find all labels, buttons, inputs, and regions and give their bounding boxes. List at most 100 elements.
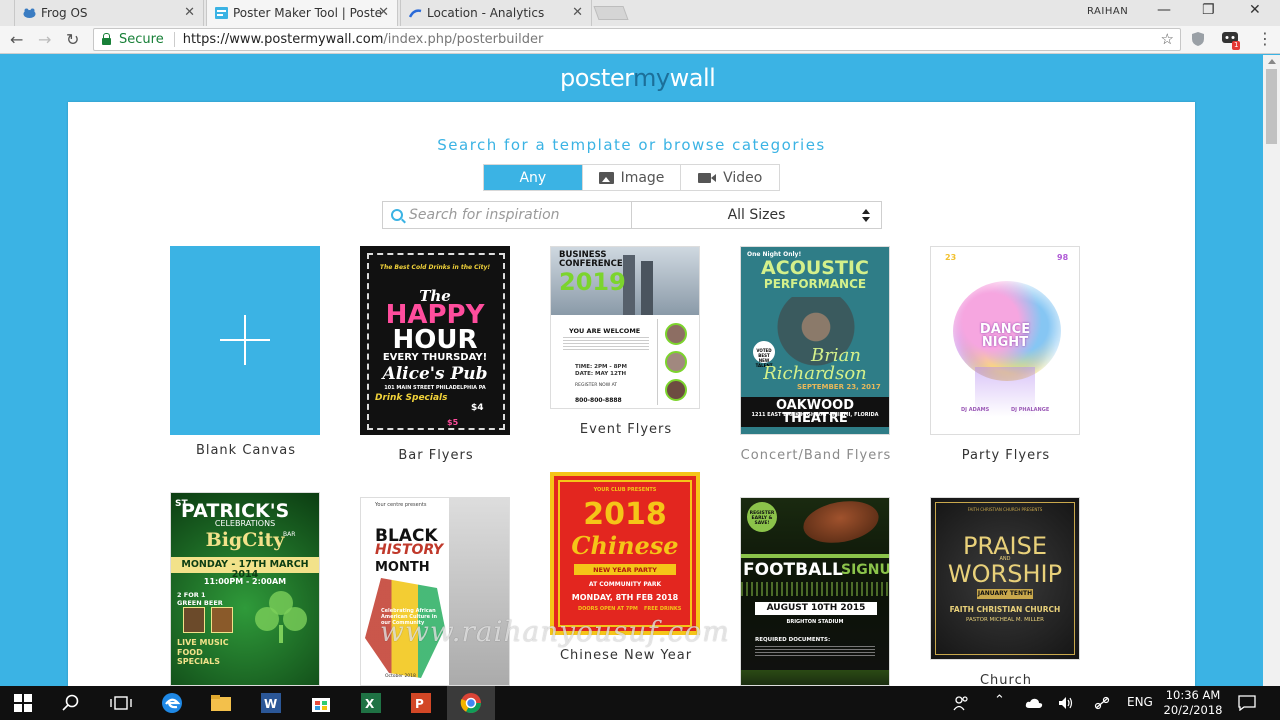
window-close-icon[interactable]: ✕ [1249, 2, 1261, 18]
tab-image[interactable]: Image [583, 165, 682, 190]
search-icon[interactable] [62, 694, 80, 712]
chrome-taskbar-button[interactable] [447, 686, 495, 720]
stripe [741, 554, 889, 558]
close-icon[interactable]: ✕ [572, 5, 583, 20]
black-history-thumbnail[interactable]: Your centre presents BLACK HISTORY MONTH… [360, 497, 510, 686]
close-icon[interactable]: ✕ [184, 5, 195, 20]
tab-poster-maker[interactable]: Poster Maker Tool | Poste ✕ [206, 0, 398, 26]
watermark-text: www.raihanyousuf.com [380, 615, 730, 648]
football-signup-thumbnail[interactable]: REGISTER EARLY & SAVE! FOOTBALL SIGNUP A… [740, 497, 890, 686]
search-icon [391, 209, 403, 221]
church-thumbnail[interactable]: FAITH CHRISTIAN CHURCH PRESENTS PRAISE A… [930, 497, 1080, 660]
svg-text:P: P [415, 697, 424, 711]
poster-text: SEPTEMBER 23, 2017 [797, 383, 881, 391]
extension-badge-icon[interactable]: 1 [1222, 31, 1242, 50]
windows-start-icon[interactable] [14, 694, 32, 712]
restore-icon[interactable]: ❐ [1202, 2, 1215, 18]
tab-video[interactable]: Video [681, 165, 779, 190]
template-label: Church [979, 673, 1032, 686]
logo-my: my [633, 64, 670, 92]
party-flyer-thumbnail[interactable]: 23 98 DANCE NIGHT DJ ADAMS DJ PHALANGE [930, 246, 1080, 435]
poster-text: YOUR CLUB PRESENTS [593, 487, 657, 493]
tab-title: Location - Analytics [427, 6, 545, 20]
poster-text: REGISTER NOW AT [575, 383, 618, 388]
file-explorer-icon[interactable] [210, 692, 232, 714]
poster-text: $4 [471, 403, 484, 413]
browser-toolbar: ← → ↻ Secure https://www.postermywall.co… [0, 26, 1280, 54]
address-bar[interactable]: Secure https://www.postermywall.com/inde… [93, 28, 1181, 51]
minimize-icon[interactable]: — [1157, 2, 1171, 18]
poster-text: PERFORMANCE [763, 277, 867, 291]
postermywall-logo[interactable]: postermywall [560, 64, 716, 92]
volume-icon[interactable] [1058, 696, 1074, 710]
task-view-icon[interactable] [110, 695, 132, 711]
scroll-up-arrow-icon[interactable] [1268, 59, 1276, 64]
chrome-icon [460, 693, 481, 713]
template-label: Concert/Band Flyers [740, 448, 892, 463]
tab-any[interactable]: Any [484, 165, 583, 190]
back-arrow-icon[interactable]: ← [10, 30, 23, 49]
poster-text: BAR [283, 531, 296, 538]
template-browser-card: Search for a template or browse categori… [68, 102, 1195, 686]
photo-collage [449, 498, 509, 685]
profile-name[interactable]: RAIHAN [1087, 6, 1128, 17]
tab-location-analytics[interactable]: Location - Analytics ✕ [400, 0, 592, 26]
close-icon[interactable]: ✕ [378, 5, 389, 20]
blank-canvas-thumbnail[interactable] [170, 246, 320, 435]
poster-text: 2019 [559, 268, 626, 296]
bookmark-star-icon[interactable]: ☆ [1161, 30, 1174, 48]
media-type-tabs: Any Image Video [483, 164, 780, 191]
powerpoint-icon[interactable]: P [410, 692, 432, 714]
forward-arrow-icon[interactable]: → [38, 30, 51, 49]
shield-extension-icon[interactable] [1190, 31, 1206, 47]
tab-frog-os[interactable]: Frog OS ✕ [14, 0, 204, 26]
tab-image-label: Image [620, 169, 665, 186]
tab-video-label: Video [723, 169, 763, 186]
st-patricks-thumbnail[interactable]: ST. PATRICK'S CELEBRATIONS BigCity BAR M… [170, 492, 320, 686]
system-clock[interactable]: 10:36 AM 20/2/2018 [1163, 688, 1223, 718]
poster-text: HISTORY [375, 542, 444, 558]
chevron-up-icon[interactable]: ⌃ [994, 693, 1005, 708]
scrollbar-thumb[interactable] [1266, 69, 1277, 144]
size-select-value: All Sizes [727, 207, 786, 223]
search-input[interactable] [409, 207, 619, 223]
concert-flyer-thumbnail[interactable]: One Night Only! ACOUSTIC PERFORMANCE VOT… [740, 246, 890, 435]
poster-text: DJ ADAMS [961, 407, 990, 413]
poster-text: AT COMMUNITY PARK [588, 581, 662, 588]
poster-text: SIGNUP [841, 562, 890, 578]
poster-text: Alice's Pub [382, 364, 488, 384]
poster-text: EVERY THURSDAY! [382, 352, 488, 363]
edge-browser-icon[interactable] [161, 692, 183, 714]
poster-text: Drink Specials [375, 393, 448, 403]
poster-text: DJ PHALANGE [1011, 407, 1050, 413]
people-icon[interactable] [953, 695, 969, 711]
network-icon[interactable] [1094, 696, 1110, 710]
excel-icon[interactable]: X [360, 692, 382, 714]
poster-text: 23 [945, 253, 957, 262]
template-label: Chinese New Year [559, 648, 693, 663]
event-flyer-thumbnail[interactable]: BUSINESS CONFERENCE 2019 YOU ARE WELCOME… [550, 246, 700, 409]
reload-icon[interactable]: ↻ [66, 30, 79, 49]
poster-text: FOOTBALL [743, 560, 843, 580]
speaker-avatar [665, 351, 687, 373]
word-icon[interactable]: W [260, 692, 282, 714]
notifications-icon[interactable] [1238, 695, 1256, 711]
size-select[interactable]: All Sizes [631, 201, 882, 229]
onedrive-cloud-icon[interactable] [1025, 697, 1043, 709]
bar-flyer-thumbnail[interactable]: The Best Cold Drinks in the City! The HA… [360, 246, 510, 435]
frog-icon [23, 8, 36, 18]
new-tab-button[interactable] [593, 6, 629, 20]
stripe-pattern [741, 582, 889, 596]
page-scrollbar[interactable] [1263, 55, 1280, 686]
tower-shape [641, 261, 653, 315]
poster-text: 800-800-8888 [575, 397, 622, 404]
svg-text:X: X [365, 697, 375, 711]
image-icon [598, 171, 614, 184]
poster-text: Your centre presents [375, 502, 427, 508]
poster-text: ACOUSTIC [761, 257, 869, 279]
language-indicator[interactable]: ENG [1127, 695, 1153, 709]
store-icon[interactable] [310, 692, 332, 714]
poster-text: GREEN BEER [177, 599, 223, 607]
chinese-new-year-thumbnail[interactable]: YOUR CLUB PRESENTS 2018 Chinese NEW YEAR… [550, 472, 700, 635]
menu-dots-icon[interactable]: ⋮ [1257, 29, 1273, 48]
